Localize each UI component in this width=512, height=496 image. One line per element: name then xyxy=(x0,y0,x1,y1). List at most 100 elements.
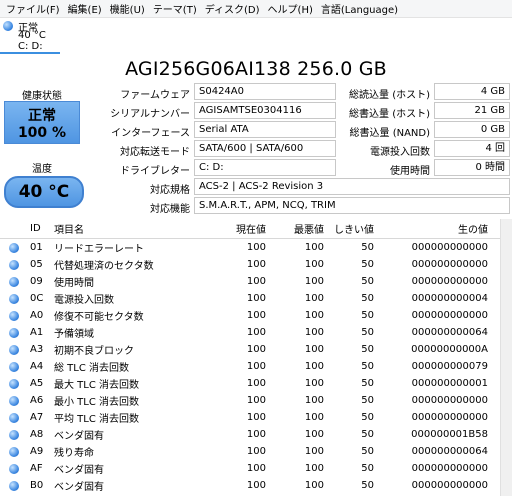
host-reads-value: 4 GB xyxy=(434,83,510,100)
menu-help[interactable]: ヘルプ(H) xyxy=(264,1,317,16)
host-writes-value: 21 GB xyxy=(434,102,510,119)
row-name: ベンダ固有 xyxy=(54,482,104,493)
header-name[interactable]: 項目名 xyxy=(50,221,206,236)
row-id: A4 xyxy=(30,361,44,372)
row-threshold: 50 xyxy=(361,327,374,338)
drive-title: AGI256G06AI138 256.0 GB xyxy=(125,58,387,80)
row-worst: 100 xyxy=(304,463,324,474)
header-id[interactable]: ID xyxy=(28,223,50,234)
table-row[interactable]: A8 ベンダ固有 100 100 50 000000001B58 xyxy=(0,426,500,443)
table-body: 01 リードエラーレート 100 100 50 000000000000 05 代替処理済のセ… xyxy=(0,239,500,494)
row-name: 初期不良ブロック xyxy=(54,346,134,357)
health-status-button[interactable]: 正常 100 % xyxy=(4,101,80,144)
table-row[interactable]: 05 代替処理済のセクタ数 100 100 50 000000000000 xyxy=(0,256,500,273)
row-threshold: 50 xyxy=(361,293,374,304)
table-row[interactable]: 0C 電源投入回数 100 100 50 000000000004 xyxy=(0,290,500,307)
menu-disk[interactable]: ディスク(D) xyxy=(201,1,264,16)
row-raw: 000000000000 xyxy=(411,242,488,253)
status-dot-icon xyxy=(9,344,19,355)
transfer-mode-value: SATA/600 | SATA/600 xyxy=(194,140,336,157)
header-threshold[interactable]: しきい値 xyxy=(328,221,378,236)
row-name: リードエラーレート xyxy=(54,244,144,255)
table-row[interactable]: A0 修復不可能セクタ数 100 100 50 000000000000 xyxy=(0,307,500,324)
temperature-button[interactable]: 40 °C xyxy=(4,176,84,208)
row-threshold: 50 xyxy=(361,344,374,355)
serial-label: シリアルナンバー xyxy=(110,109,190,120)
row-worst: 100 xyxy=(304,412,324,423)
row-id: B0 xyxy=(30,480,44,491)
nand-writes-value: 0 GB xyxy=(434,121,510,138)
firmware-value: S0424A0 xyxy=(194,83,336,100)
row-name: ベンダ固有 xyxy=(54,431,104,442)
features-label: 対応機能 xyxy=(150,204,190,215)
status-dot-icon xyxy=(9,429,19,440)
menu-function[interactable]: 機能(U) xyxy=(106,1,149,16)
row-threshold: 50 xyxy=(361,310,374,321)
status-dot-icon xyxy=(9,463,19,474)
row-threshold: 50 xyxy=(361,412,374,423)
menu-language[interactable]: 言語(Language) xyxy=(317,1,402,16)
row-id: 05 xyxy=(30,259,43,270)
table-row[interactable]: A5 最大 TLC 消去回数 100 100 50 000000000001 xyxy=(0,375,500,392)
row-current: 100 xyxy=(246,429,266,440)
power-count-label: 電源投入回数 xyxy=(370,147,430,158)
row-current: 100 xyxy=(246,395,266,406)
row-worst: 100 xyxy=(304,344,324,355)
health-percent: 100 % xyxy=(17,125,67,141)
header-worst[interactable]: 最悪値 xyxy=(270,221,328,236)
table-row[interactable]: 01 リードエラーレート 100 100 50 000000000000 xyxy=(0,239,500,256)
status-dot-icon xyxy=(9,480,19,491)
row-threshold: 50 xyxy=(361,429,374,440)
row-current: 100 xyxy=(246,259,266,270)
firmware-label: ファームウェア xyxy=(120,90,190,101)
row-name: 予備領域 xyxy=(54,329,94,340)
serial-value: AGISAMTSE0304116 xyxy=(194,102,336,119)
status-dot-icon xyxy=(9,378,19,389)
table-scrollbar[interactable] xyxy=(500,219,512,496)
row-id: AF xyxy=(30,463,43,474)
row-current: 100 xyxy=(246,344,266,355)
row-worst: 100 xyxy=(304,259,324,270)
row-raw: 000000000064 xyxy=(411,446,488,457)
row-raw: 000000000000 xyxy=(411,412,488,423)
row-id: A3 xyxy=(30,344,44,355)
row-name: 電源投入回数 xyxy=(54,295,114,306)
menu-file[interactable]: ファイル(F) xyxy=(2,1,64,16)
table-row[interactable]: A3 初期不良ブロック 100 100 50 00000000000A xyxy=(0,341,500,358)
row-current: 100 xyxy=(246,276,266,287)
row-current: 100 xyxy=(246,463,266,474)
header-current[interactable]: 現在値 xyxy=(206,221,270,236)
table-row[interactable]: A7 平均 TLC 消去回数 100 100 50 000000000000 xyxy=(0,409,500,426)
health-status: 正常 xyxy=(28,108,56,124)
row-raw: 000000000000 xyxy=(411,259,488,270)
row-name: 使用時間 xyxy=(54,278,94,289)
row-threshold: 50 xyxy=(361,276,374,287)
row-name: ベンダ固有 xyxy=(54,465,104,476)
row-threshold: 50 xyxy=(361,446,374,457)
row-current: 100 xyxy=(246,293,266,304)
row-threshold: 50 xyxy=(361,395,374,406)
drive-letter-label: ドライブレター xyxy=(120,166,190,177)
row-threshold: 50 xyxy=(361,242,374,253)
row-id: 0C xyxy=(30,293,44,304)
menu-bar: ファイル(F) 編集(E) 機能(U) テーマ(T) ディスク(D) ヘルプ(H… xyxy=(0,0,512,18)
host-writes-label: 総書込量 (ホスト) xyxy=(349,109,430,120)
table-row[interactable]: A4 総 TLC 消去回数 100 100 50 000000000079 xyxy=(0,358,500,375)
row-raw: 000000001B58 xyxy=(411,429,488,440)
table-row[interactable]: AF ベンダ固有 100 100 50 000000000000 xyxy=(0,460,500,477)
row-name: 最大 TLC 消去回数 xyxy=(54,380,140,391)
table-row[interactable]: B0 ベンダ固有 100 100 50 000000000000 xyxy=(0,477,500,494)
table-row[interactable]: A6 最小 TLC 消去回数 100 100 50 000000000000 xyxy=(0,392,500,409)
header-raw[interactable]: 生の値 xyxy=(378,221,492,236)
table-row[interactable]: A9 残り寿命 100 100 50 000000000064 xyxy=(0,443,500,460)
menu-edit[interactable]: 編集(E) xyxy=(64,1,106,16)
status-dot-icon xyxy=(9,395,19,406)
menu-theme[interactable]: テーマ(T) xyxy=(149,1,201,16)
table-row[interactable]: A1 予備領域 100 100 50 000000000064 xyxy=(0,324,500,341)
interface-label: インターフェース xyxy=(111,128,190,139)
row-threshold: 50 xyxy=(361,259,374,270)
drive-tab[interactable]: 正常 40 °C C: D: xyxy=(0,18,60,54)
table-row[interactable]: 09 使用時間 100 100 50 000000000000 xyxy=(0,273,500,290)
row-current: 100 xyxy=(246,242,266,253)
row-worst: 100 xyxy=(304,480,324,491)
